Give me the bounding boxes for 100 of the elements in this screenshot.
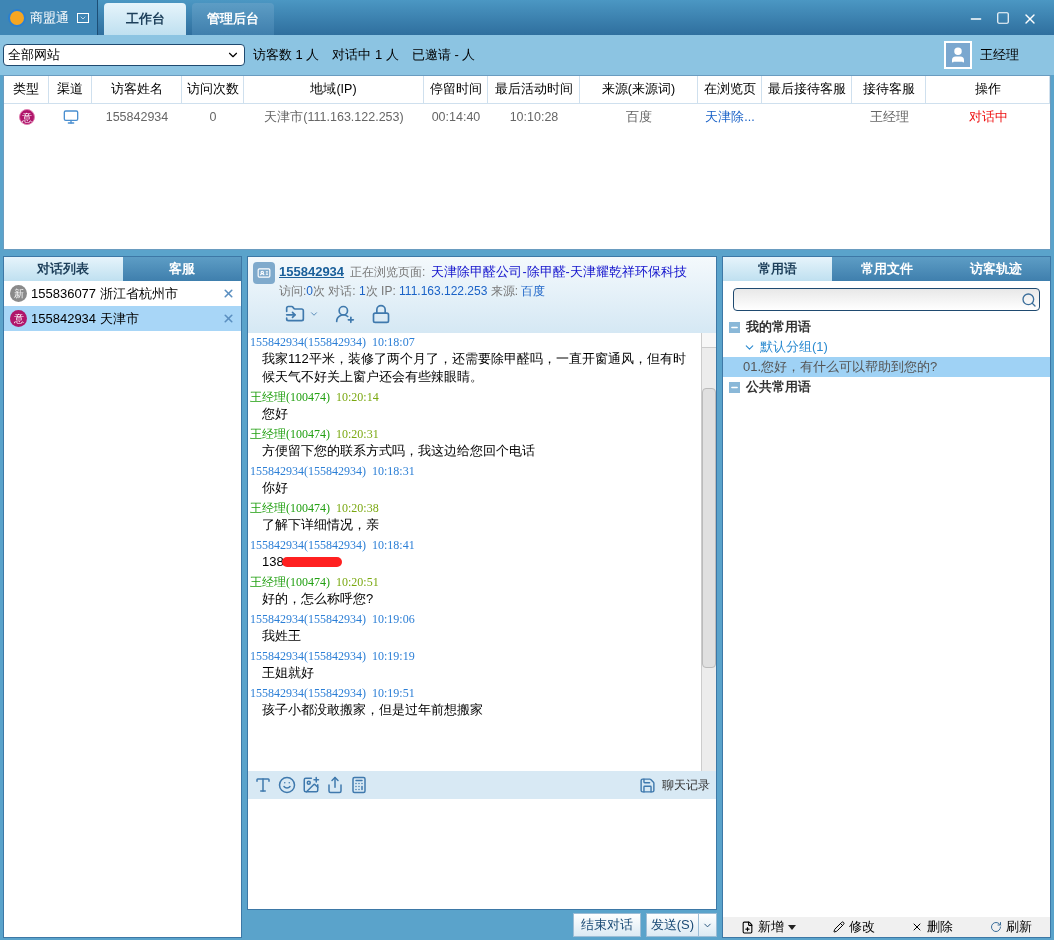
message-text: 好的，怎么称呼您?: [262, 590, 374, 608]
message-text: 了解下详细情况，亲: [262, 516, 379, 534]
message-time: 10:20:51: [336, 575, 379, 590]
message-time: 10:18:31: [372, 464, 415, 479]
message-time: 10:20:31: [336, 427, 379, 442]
browsing-label: 正在浏览页面:: [350, 264, 426, 281]
close-icon[interactable]: [222, 312, 235, 325]
status-badge: 新: [10, 285, 27, 302]
tab[interactable]: 客服: [122, 257, 241, 281]
message-time: 10:18:41: [372, 538, 415, 553]
message-time: 10:20:14: [336, 390, 379, 405]
column-header: 接待客服: [852, 76, 926, 103]
column-header: 操作: [926, 76, 1050, 103]
calculator-icon[interactable]: [350, 776, 368, 794]
column-header: 停留时间: [424, 76, 488, 103]
history-icon[interactable]: [639, 776, 656, 794]
message-time: 10:19:19: [372, 649, 415, 664]
visitor-info: 访问:0次 对话: 1次 IP: 111.163.122.253 来源: 百度: [279, 282, 547, 300]
table-cell[interactable]: 天津除...: [705, 107, 755, 127]
action-button[interactable]: 删除: [911, 917, 954, 937]
table-cell[interactable]: 对话中: [968, 107, 1008, 127]
conversation-item[interactable]: 意 155842934 天津市: [4, 306, 241, 331]
conversation-label: 155842934 天津市: [31, 309, 139, 328]
maximize-icon[interactable]: [996, 11, 1010, 25]
message-sender: 王经理(100474): [250, 575, 330, 590]
message-sender: 王经理(100474): [250, 501, 330, 516]
message-text: 138: [262, 553, 284, 571]
tab[interactable]: 管理后台: [192, 3, 274, 35]
refresh-icon: [989, 921, 1002, 933]
contact-card-icon: [253, 262, 275, 284]
table-cell-text: 王经理: [869, 108, 909, 126]
visitor-link[interactable]: 155842934: [279, 262, 345, 282]
conversation-label: 155836077 浙江省杭州市: [31, 284, 178, 303]
avatar-icon: [944, 41, 972, 69]
visitor-stats: 访客数 1 人 对话中 1 人 已邀请 - 人: [253, 46, 476, 65]
tab[interactable]: 常用语: [723, 257, 832, 281]
browsing-page-link[interactable]: 天津除甲醛公司-除甲醛-天津耀乾祥环保科技: [431, 263, 687, 282]
end-chat-button[interactable]: 结束对话: [572, 913, 641, 937]
dropdown-icon: [77, 12, 89, 23]
intent-badge: 意: [18, 109, 35, 125]
message-sender: 155842934(155842934): [250, 686, 366, 701]
message-sender: 155842934(155842934): [250, 649, 366, 664]
message-text: 你好: [262, 479, 288, 497]
site-select[interactable]: 全部网站: [3, 44, 245, 66]
message-text: 王姐就好: [262, 664, 314, 682]
transfer-dropdown-icon[interactable]: [285, 303, 319, 324]
search-field[interactable]: [733, 288, 1040, 311]
logo-icon: [8, 8, 26, 27]
collapse-icon[interactable]: [729, 381, 740, 393]
action-button[interactable]: 刷新: [989, 917, 1032, 937]
pencil-icon: [832, 921, 845, 933]
message-sender: 王经理(100474): [250, 427, 330, 442]
subgroup-label[interactable]: 默认分组(1): [760, 337, 828, 357]
send-file-icon[interactable]: [326, 776, 344, 794]
column-header: 渠道: [49, 76, 92, 103]
message-time: 10:18:07: [372, 335, 415, 350]
send-button[interactable]: 发送(S): [645, 913, 717, 937]
table-cell-text: 天津市(111.163.122.253): [264, 108, 404, 126]
action-button[interactable]: 新增: [741, 917, 797, 937]
group-label[interactable]: 我的常用语: [746, 317, 811, 337]
history-link[interactable]: 聊天记录: [662, 776, 710, 794]
message-time: 10:20:38: [336, 501, 379, 516]
message-text: 孩子小都没敢搬家，但是过年前想搬家: [262, 701, 483, 719]
search-icon[interactable]: [1021, 291, 1037, 308]
tab[interactable]: 访客轨迹: [941, 257, 1050, 281]
column-header: 在浏览页: [698, 76, 762, 103]
emoji-icon[interactable]: [278, 776, 296, 794]
user-name: 王经理: [980, 46, 1019, 65]
column-header: 访问次数: [182, 76, 244, 103]
font-icon[interactable]: [254, 776, 272, 794]
message-text: 我姓王: [262, 627, 301, 645]
caret-icon: [788, 924, 797, 930]
screenshot-icon[interactable]: [302, 776, 320, 794]
user-transfer-icon[interactable]: [335, 303, 355, 324]
column-header: 最后活动时间: [488, 76, 580, 103]
table-cell-text: 百度: [626, 108, 652, 126]
table-cell-text: 0: [209, 108, 217, 126]
action-button[interactable]: 修改: [832, 917, 875, 937]
group-label[interactable]: 公共常用语: [746, 377, 811, 397]
phrase-item[interactable]: 01.您好，有什么可以帮助到您的?: [723, 357, 1050, 377]
message-time: 10:19:51: [372, 686, 415, 701]
message-text: 我家112平米，装修了两个月了，还需要除甲醛吗，一直开窗通风，但有时候天气不好关上窗户还会有些辣眼睛。: [262, 350, 687, 386]
column-header: 来源(来源词): [580, 76, 698, 103]
tab[interactable]: 对话列表: [4, 257, 123, 281]
scrollbar[interactable]: [701, 333, 716, 771]
message-text: 您好: [262, 405, 288, 423]
status-badge: 意: [10, 310, 27, 327]
message-sender: 155842934(155842934): [250, 335, 366, 350]
column-header: 类型: [4, 76, 49, 103]
message-sender: 155842934(155842934): [250, 538, 366, 553]
message-sender: 155842934(155842934): [250, 464, 366, 479]
table-cell-text: 00:14:40: [431, 108, 481, 126]
collapse-icon[interactable]: [729, 321, 740, 333]
lock-icon[interactable]: [371, 303, 391, 324]
tab[interactable]: 常用文件: [832, 257, 941, 281]
column-header: 最后接待客服: [762, 76, 852, 103]
column-header: 访客姓名: [92, 76, 182, 103]
tab[interactable]: 工作台: [104, 3, 186, 35]
message-sender: 王经理(100474): [250, 390, 330, 405]
close-icon[interactable]: [222, 287, 235, 300]
